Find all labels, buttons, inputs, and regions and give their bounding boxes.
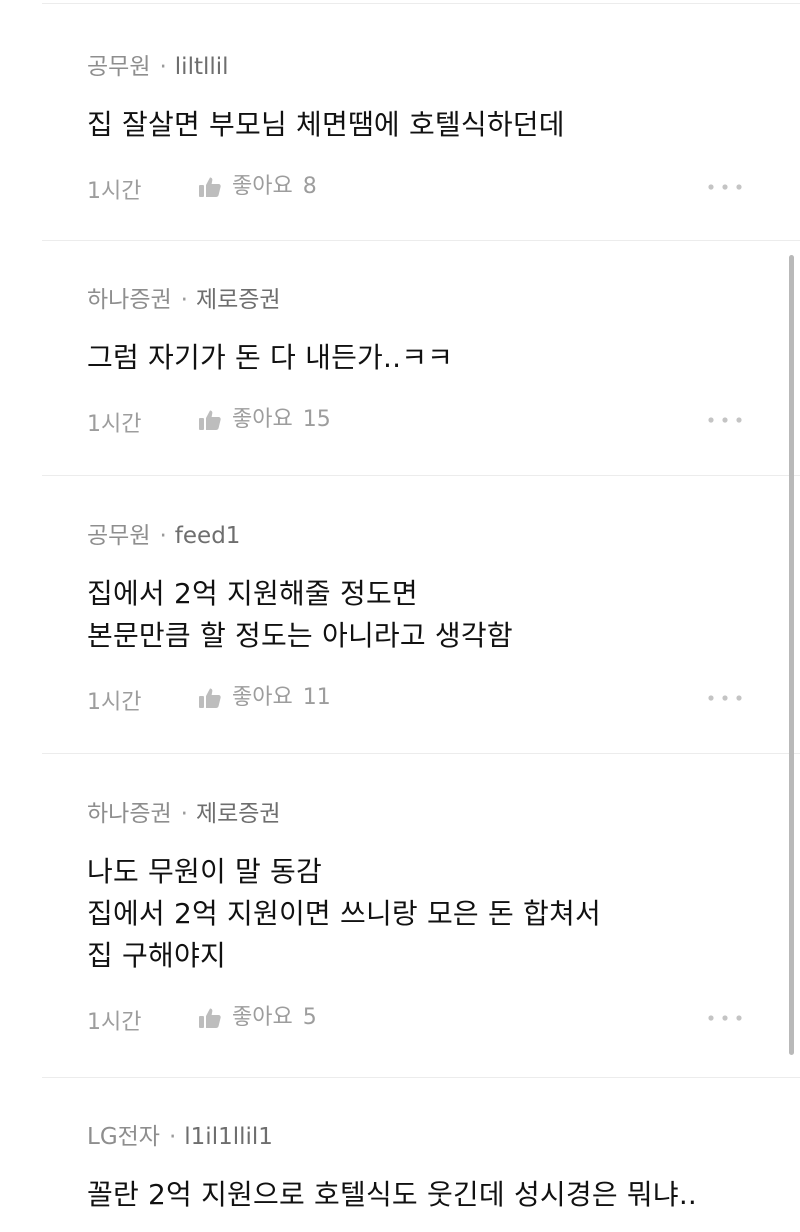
comment-line: 그럼 자기가 돈 다 내든가..ㅋㅋ [87, 341, 454, 374]
comment-time: 1시간 [87, 690, 142, 715]
author-company: LG전자 [87, 1124, 160, 1150]
comment-line: 집 구해야지 [87, 939, 226, 972]
more-dots-icon[interactable] [708, 184, 742, 190]
more-dots-icon[interactable] [708, 695, 742, 701]
like-button[interactable]: 좋아요 8 [198, 172, 317, 202]
comment-item: LG전자 · l1il1llil1 꼴란 2억 지원으로 호텔식도 웃긴데 성시경은… [42, 1077, 800, 1216]
divider [42, 3, 800, 4]
comment-time: 1시간 [87, 412, 142, 437]
comment-meta: LG전자 · l1il1llil1 [87, 1122, 800, 1152]
like-button[interactable]: 좋아요 5 [198, 1003, 317, 1033]
thumbs-up-icon [199, 1008, 221, 1028]
comment-time: 1시간 [87, 1010, 142, 1035]
comment-text: 나도 무원이 말 동감 집에서 2억 지원이면 쓰니랑 모은 돈 합쳐서 집 구… [87, 851, 800, 977]
author-nickname[interactable]: feed1 [175, 523, 241, 549]
meta-separator: · [168, 1124, 177, 1150]
more-dots-icon[interactable] [708, 1015, 742, 1021]
comment-line: 나도 무원이 말 동감 [87, 855, 322, 888]
like-count: 11 [302, 685, 331, 710]
thumbs-up-icon [199, 410, 221, 430]
like-count: 15 [302, 407, 331, 432]
author-company: 하나증권 [87, 801, 172, 827]
comment-text: 그럼 자기가 돈 다 내든가..ㅋㅋ [87, 337, 800, 379]
comment-meta: 공무원 · feed1 [87, 521, 800, 551]
comment-time: 1시간 [87, 179, 142, 204]
meta-separator: · [159, 523, 167, 549]
author-nickname[interactable]: 제로증권 [196, 287, 281, 313]
comment-footer: 1시간 좋아요 11 [87, 683, 800, 715]
like-label: 좋아요 [232, 685, 293, 710]
meta-separator: · [180, 287, 188, 313]
comment-line: 집 잘살면 부모님 체면땜에 호텔식하던데 [87, 108, 565, 141]
comment-item: 하나증권 · 제로증권 나도 무원이 말 동감 집에서 2억 지원이면 쓰니랑 모은… [42, 753, 800, 1035]
comment-meta: 하나증권 · 제로증권 [87, 285, 800, 315]
author-nickname[interactable]: 제로증권 [196, 801, 281, 827]
like-button[interactable]: 좋아요 15 [198, 405, 331, 435]
author-company: 공무원 [87, 54, 151, 80]
comment-item: 하나증권 · 제로증권 그럼 자기가 돈 다 내든가..ㅋㅋ 1시간 좋아요 15 [42, 240, 800, 437]
like-count: 5 [302, 1005, 317, 1030]
author-nickname[interactable]: liltllil [175, 54, 229, 80]
comment-footer: 1시간 좋아요 5 [87, 1003, 800, 1035]
comment-footer: 1시간 좋아요 15 [87, 405, 800, 437]
comment-line: 꼴란 2억 지원으로 호텔식도 웃긴데 성시경은 뭐냐.. [87, 1178, 698, 1211]
comment-line: 본문만큼 할 정도는 아니라고 생각함 [87, 619, 513, 652]
comment-meta: 하나증권 · 제로증권 [87, 799, 800, 829]
comment-item: 공무원 · liltllil 집 잘살면 부모님 체면땜에 호텔식하던데 1시간 좋… [42, 52, 800, 204]
thumbs-up-icon [199, 177, 221, 197]
like-label: 좋아요 [232, 1005, 293, 1030]
thumbs-up-icon [199, 688, 221, 708]
like-count: 8 [302, 174, 317, 199]
scrollbar[interactable] [789, 255, 794, 1055]
like-label: 좋아요 [232, 174, 293, 199]
author-nickname[interactable]: l1il1llil1 [184, 1124, 273, 1150]
meta-separator: · [180, 801, 188, 827]
comment-text: 꼴란 2억 지원으로 호텔식도 웃긴데 성시경은 뭐냐.. [87, 1174, 800, 1216]
comment-text: 집에서 2억 지원해줄 정도면 본문만큼 할 정도는 아니라고 생각함 [87, 573, 800, 657]
comment-list: 공무원 · liltllil 집 잘살면 부모님 체면땜에 호텔식하던데 1시간 좋… [0, 0, 800, 1232]
like-button[interactable]: 좋아요 11 [198, 683, 331, 713]
more-dots-icon[interactable] [708, 417, 742, 423]
comment-line: 집에서 2억 지원해줄 정도면 [87, 577, 418, 610]
comment-footer: 1시간 좋아요 8 [87, 172, 800, 204]
author-company: 공무원 [87, 523, 151, 549]
like-label: 좋아요 [232, 407, 293, 432]
comment-item: 공무원 · feed1 집에서 2억 지원해줄 정도면 본문만큼 할 정도는 아니라… [42, 475, 800, 715]
comment-text: 집 잘살면 부모님 체면땜에 호텔식하던데 [87, 104, 800, 146]
author-company: 하나증권 [87, 287, 172, 313]
comment-line: 집에서 2억 지원이면 쓰니랑 모은 돈 합쳐서 [87, 897, 601, 930]
meta-separator: · [159, 54, 167, 80]
comment-meta: 공무원 · liltllil [87, 52, 800, 82]
